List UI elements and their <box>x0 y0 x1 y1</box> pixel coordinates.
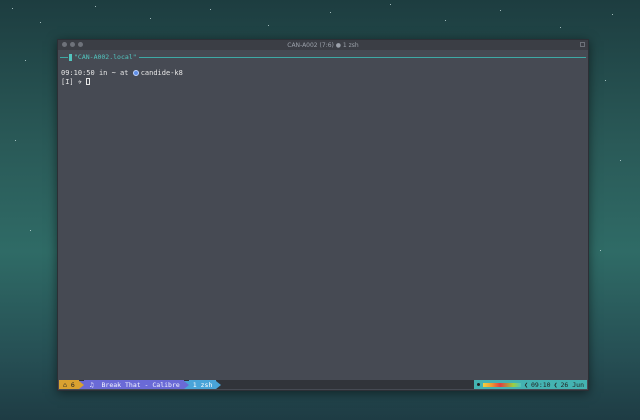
now-playing-segment: ♫ Break That - Calibre <box>83 380 184 389</box>
separator-icon: ❮ <box>524 380 529 389</box>
prompt-word-at: at <box>120 69 129 77</box>
window-title: CAN-A002 (7:6) ● 1 zsh <box>287 41 359 49</box>
powerline-separator <box>216 380 222 389</box>
text-cursor[interactable] <box>86 78 91 85</box>
music-icon: ♫ <box>89 380 94 389</box>
divider <box>60 56 68 58</box>
tmux-status-bar: ⌂ 6 ♫ Break That - Calibre 1 zsh ❮ 09:10… <box>59 380 587 389</box>
terminal-output[interactable]: 09:10:50 in ~ at candide-k8 [I] ✈ <box>61 69 183 87</box>
prompt-time: 09:10:50 <box>61 69 95 77</box>
system-status-segment: ❮ 09:10 ❮ 26 Jun <box>474 380 587 389</box>
prompt-path: ~ <box>111 69 116 77</box>
pane-title-label: "CAN-A002.local" <box>74 53 137 61</box>
session-icon: ⌂ <box>63 380 67 389</box>
minimize-window-button[interactable] <box>70 42 75 47</box>
session-segment[interactable]: ⌂ 6 <box>59 380 79 389</box>
now-playing-title: Break That - Calibre <box>101 380 180 389</box>
zoom-window-button[interactable] <box>78 42 83 47</box>
indicator-dot-icon <box>477 383 481 386</box>
prompt-context: candide-k8 <box>140 69 183 77</box>
session-count: 6 <box>70 380 75 389</box>
prompt-line-1: 09:10:50 in ~ at candide-k8 <box>61 69 183 78</box>
prompt-symbol-icon: ✈ <box>77 78 83 86</box>
pane-marker-icon <box>69 53 72 61</box>
load-meter <box>483 382 522 387</box>
separator-icon: ❮ <box>553 380 558 389</box>
window-controls <box>62 42 83 47</box>
vi-mode-indicator: [I] <box>61 78 74 86</box>
divider <box>138 56 586 58</box>
prompt-word-in: in <box>98 69 108 77</box>
title-bar[interactable]: CAN-A002 (7:6) ● 1 zsh <box>58 40 588 50</box>
status-date: 26 Jun <box>560 380 584 389</box>
prompt-line-2: [I] ✈ <box>61 78 183 87</box>
window-tab-1[interactable]: 1 zsh <box>188 380 217 389</box>
fullscreen-button[interactable] <box>580 42 585 47</box>
window-name: zsh <box>200 380 213 389</box>
tmux-pane-title: "CAN-A002.local" <box>60 53 586 61</box>
window-index: 1 <box>192 380 197 389</box>
close-window-button[interactable] <box>62 42 67 47</box>
kubernetes-icon <box>132 70 139 76</box>
status-time: 09:10 <box>531 380 551 389</box>
terminal-window[interactable]: CAN-A002 (7:6) ● 1 zsh "CAN-A002.local" … <box>57 39 589 391</box>
